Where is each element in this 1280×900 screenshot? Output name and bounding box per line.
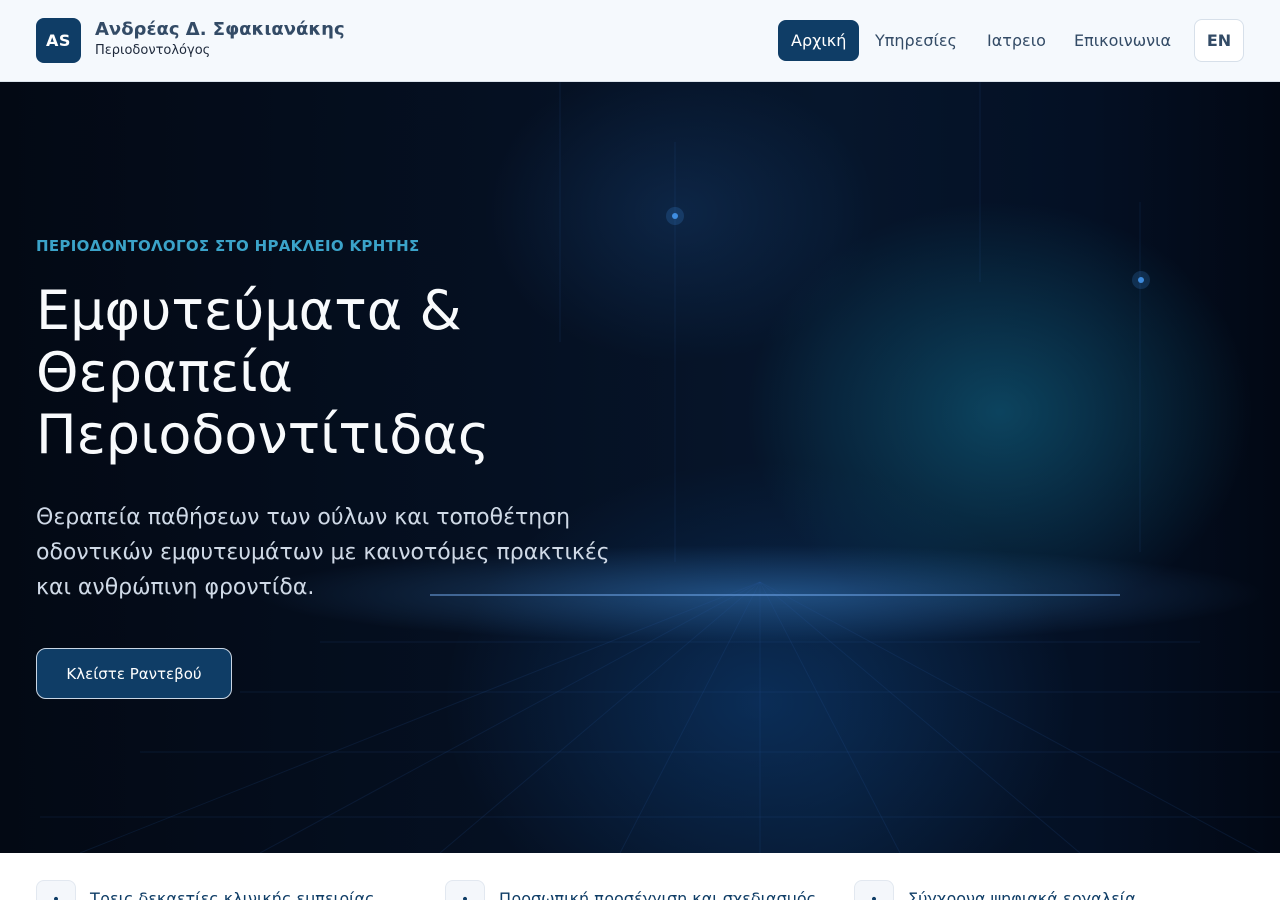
nav-item-services[interactable]: Υπηρεσίες	[862, 20, 970, 61]
hero-title: Εμφυτεύματα & Θεραπεία Περιοδοντίτιδας	[36, 279, 490, 466]
hero-description: Θεραπεία παθήσεων των ούλων και τοποθέτη…	[36, 505, 610, 600]
hero-section: ΠΕΡΙΟΔΟΝΤΟΛΟΓΟΣ ΣΤΟ ΗΡΑΚΛΕΙΟ ΚΡΗΤΗΣ Εμφυ…	[0, 82, 1280, 853]
nav-item-contact[interactable]: Επικοινωνια	[1061, 20, 1184, 61]
features-strip: • Τρεις δεκαετίες κλινικής εμπειρίας • Π…	[0, 853, 1280, 900]
brand-subtitle: Περιοδοντολόγος	[95, 43, 211, 58]
hero-eyebrow: ΠΕΡΙΟΔΟΝΤΟΛΟΓΟΣ ΣΤΟ ΗΡΑΚΛΕΙΟ ΚΡΗΤΗΣ	[36, 237, 420, 255]
hero-background-graphic	[40, 82, 1280, 853]
language-toggle-button[interactable]: EN	[1194, 19, 1244, 62]
user-icon: •	[445, 880, 485, 900]
check-icon: •	[36, 880, 76, 900]
brand-name[interactable]: Ανδρέας Δ. Σφακιανάκης	[95, 19, 345, 40]
logo-badge[interactable]: AS	[36, 18, 81, 63]
monitor-icon: •	[854, 880, 894, 900]
nav-item-home[interactable]: Αρχική	[778, 20, 860, 61]
feature-label: Τρεις δεκαετίες κλινικής εμπειρίας	[90, 889, 375, 900]
book-appointment-button[interactable]: Κλείστε Ραντεβού	[36, 648, 232, 699]
site-header: AS Ανδρέας Δ. Σφακιανάκης Περιοδοντολόγο…	[0, 0, 1280, 82]
feature-label: Σύγχρονα ψηφιακά εργαλεία	[908, 889, 1136, 900]
feature-label: Προσωπική προσέγγιση και σχεδιασμός	[499, 889, 817, 900]
nav-item-clinic[interactable]: Ιατρειο	[974, 20, 1059, 61]
